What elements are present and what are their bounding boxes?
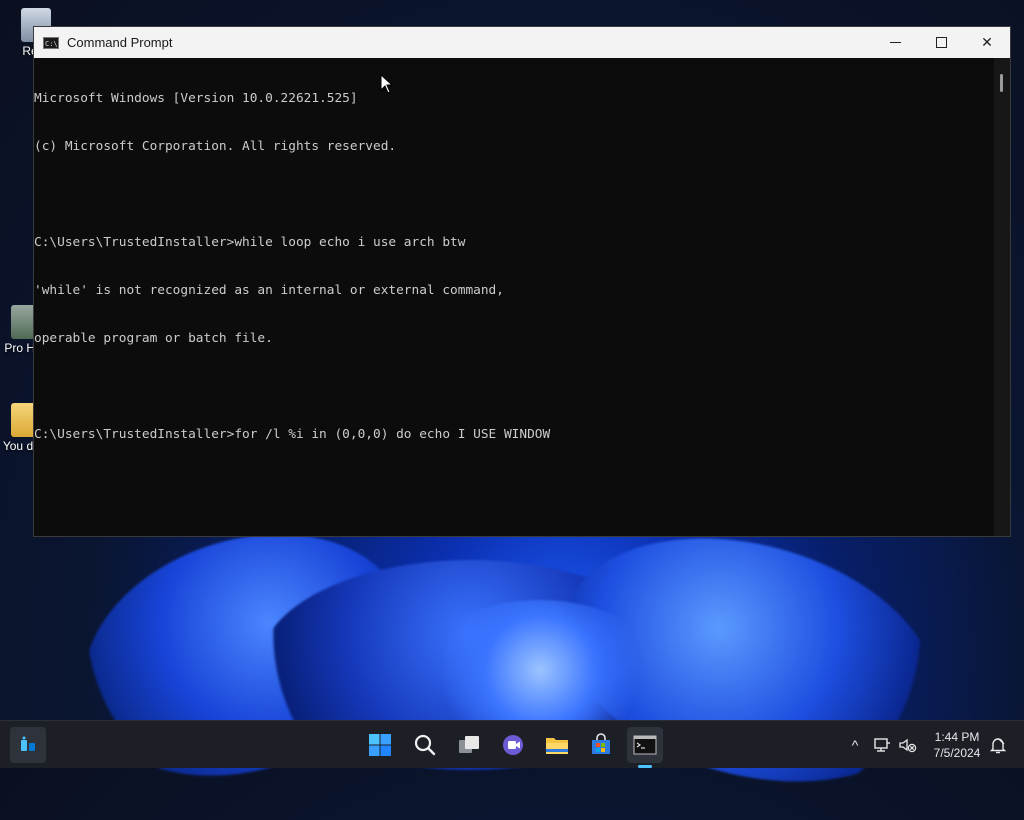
file-explorer-button[interactable] [539,727,575,763]
widgets-button[interactable] [10,727,46,763]
clock[interactable]: 1:44 PM 7/5/2024 [926,721,988,769]
console-icon: C:\ [43,36,59,49]
chat-button[interactable] [495,727,531,763]
console-line: (c) Microsoft Corporation. All rights re… [34,139,397,154]
network-button[interactable] [872,721,892,769]
network-icon [874,738,890,752]
terminal-icon [633,735,657,755]
chevron-up-icon: ^ [851,737,859,753]
store-icon [592,733,610,754]
microsoft-store-button[interactable] [583,727,619,763]
console-line: 'while' is not recognized as an internal… [34,283,504,298]
folder-icon [546,738,568,754]
vertical-scrollbar[interactable] [994,58,1010,536]
scrollbar-thumb[interactable] [1000,74,1003,92]
close-icon: ✕ [981,34,993,50]
widgets-icon [21,736,35,751]
command-prompt-taskbar-button[interactable] [627,727,663,763]
console-line: C:\Users\TrustedInstaller>while loop ech… [34,235,466,250]
maximize-button[interactable] [918,27,964,58]
task-view-icon [459,736,479,753]
search-icon [414,734,436,756]
windows-start-icon [369,734,391,756]
maximize-icon [935,37,947,48]
minimize-icon [889,41,901,44]
window-title: Command Prompt [67,35,173,50]
title-bar[interactable]: C:\ Command Prompt ✕ [34,27,1010,58]
volume-button[interactable] [898,721,918,769]
close-button[interactable]: ✕ [964,27,1010,58]
volume-muted-icon [899,738,917,753]
task-view-button[interactable] [451,727,487,763]
taskbar: ^ 1:44 PM 7/5/2024 [0,720,1024,768]
console-line: Microsoft Windows [Version 10.0.22621.52… [34,91,358,106]
clock-date: 7/5/2024 [933,746,981,760]
search-button[interactable] [407,727,443,763]
console-line: C:\Users\TrustedInstaller>for /l %i in (… [34,427,551,442]
console-line: operable program or batch file. [34,331,273,346]
notification-bell-icon [989,738,1007,754]
chat-icon [503,735,523,755]
show-hidden-icons-button[interactable]: ^ [844,721,866,769]
start-button[interactable] [362,727,398,763]
minimize-button[interactable] [872,27,918,58]
console-output[interactable]: Microsoft Windows [Version 10.0.22621.52… [34,58,994,536]
command-prompt-window[interactable]: C:\ Command Prompt ✕ Microsoft Windows [… [33,26,1011,537]
clock-time: 1:44 PM [934,730,980,744]
notifications-button[interactable] [986,721,1010,769]
